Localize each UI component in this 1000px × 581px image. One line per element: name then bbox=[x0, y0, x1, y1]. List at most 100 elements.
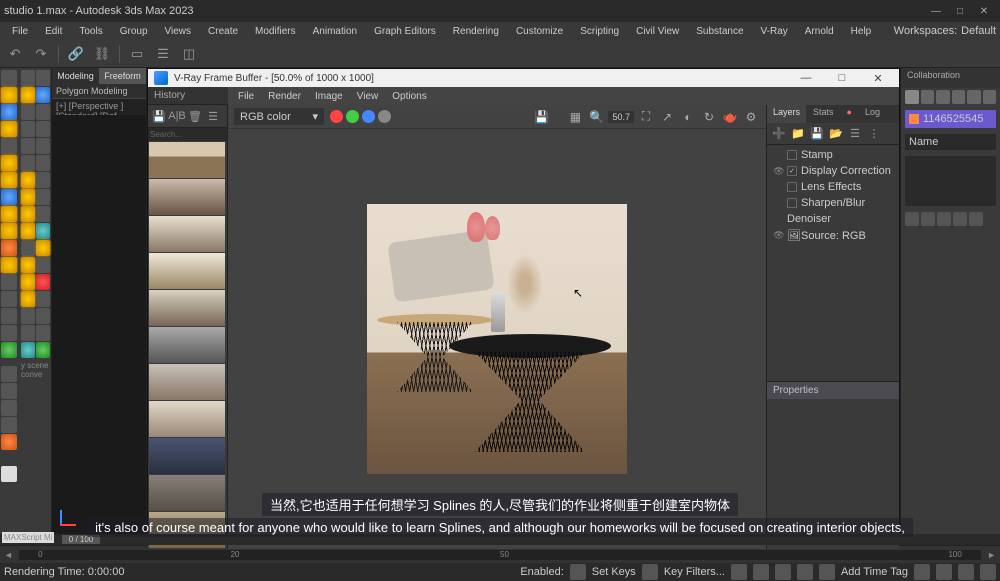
link-button[interactable]: 🔗 bbox=[65, 43, 87, 65]
redo-button[interactable]: ↷ bbox=[30, 43, 52, 65]
tab-log[interactable]: Log bbox=[859, 105, 886, 123]
play-anim-icon[interactable] bbox=[775, 564, 791, 580]
channel-dropdown[interactable]: RGB color▾ bbox=[234, 108, 324, 125]
addtimetag-button[interactable]: Add Time Tag bbox=[841, 566, 908, 578]
nav-orbit-icon[interactable] bbox=[936, 564, 952, 580]
p16-icon[interactable] bbox=[21, 308, 35, 324]
history-del-icon[interactable]: 🗑 bbox=[187, 108, 203, 124]
layer-save-icon[interactable]: 💾 bbox=[809, 126, 825, 142]
vfb-menu-image[interactable]: Image bbox=[309, 90, 349, 103]
link-pdplayer-icon[interactable]: ↗ bbox=[658, 108, 676, 126]
layer-sharpen[interactable]: Sharpen/Blur bbox=[801, 197, 865, 209]
clipper-icon[interactable] bbox=[1, 342, 17, 358]
p11b-icon[interactable] bbox=[36, 223, 50, 239]
properties-header[interactable]: Properties bbox=[767, 381, 899, 399]
p17b-icon[interactable] bbox=[36, 325, 50, 341]
keyfilters-button[interactable]: Key Filters... bbox=[664, 566, 725, 578]
history-thumb[interactable] bbox=[149, 216, 225, 252]
p6-icon[interactable] bbox=[21, 138, 35, 154]
menu-animation[interactable]: Animation bbox=[305, 24, 365, 39]
color-swatch[interactable] bbox=[909, 114, 919, 124]
history-thumb[interactable] bbox=[149, 327, 225, 363]
p13-icon[interactable] bbox=[21, 257, 35, 273]
spot-icon[interactable] bbox=[1, 172, 17, 188]
show-end-icon[interactable] bbox=[921, 212, 935, 226]
point-icon[interactable] bbox=[1, 155, 17, 171]
p15b-icon[interactable] bbox=[36, 291, 50, 307]
tab-modeling[interactable]: Modeling bbox=[52, 68, 99, 84]
history-thumb[interactable] bbox=[149, 290, 225, 326]
pin-icon[interactable] bbox=[905, 212, 919, 226]
fur-icon[interactable] bbox=[1, 325, 17, 341]
p14-icon[interactable] bbox=[21, 274, 35, 290]
omnilight-icon[interactable] bbox=[1, 87, 17, 103]
select-button[interactable]: ▭ bbox=[126, 43, 148, 65]
object-id-field[interactable]: 1146525545 bbox=[905, 110, 996, 128]
alpha-channel-icon[interactable] bbox=[378, 110, 391, 123]
history-ab-icon[interactable]: A|B bbox=[169, 108, 185, 124]
history-header[interactable]: History bbox=[148, 87, 228, 105]
p6b-icon[interactable] bbox=[36, 138, 50, 154]
history-menu-icon[interactable]: ☰ bbox=[205, 108, 221, 124]
fit-icon[interactable]: ⛶ bbox=[637, 108, 655, 126]
timeline-slider[interactable]: 0 / 100 bbox=[62, 535, 100, 544]
close-button[interactable]: ✕ bbox=[972, 2, 996, 20]
maxscript-label[interactable]: MAXScript Mi bbox=[2, 532, 54, 543]
p5-icon[interactable] bbox=[21, 121, 35, 137]
nav-pan-icon[interactable] bbox=[914, 564, 930, 580]
p10-icon[interactable] bbox=[21, 206, 35, 222]
geo-icon[interactable] bbox=[1, 138, 17, 154]
selectregion-button[interactable]: ◫ bbox=[178, 43, 200, 65]
undo-button[interactable]: ↶ bbox=[4, 43, 26, 65]
polygon-modeling-label[interactable]: Polygon Modeling bbox=[52, 84, 146, 99]
modifier-list-dropdown[interactable]: Name bbox=[905, 134, 996, 150]
configure-icon[interactable] bbox=[969, 212, 983, 226]
zoom-icon[interactable]: 🔍 bbox=[587, 108, 605, 126]
p13b-icon[interactable] bbox=[36, 257, 50, 273]
p5b-icon[interactable] bbox=[36, 121, 50, 137]
p16b-icon[interactable] bbox=[36, 308, 50, 324]
misc5-icon[interactable] bbox=[1, 434, 17, 450]
layer-folder-icon[interactable]: 📁 bbox=[790, 126, 806, 142]
next-frame-icon[interactable] bbox=[797, 564, 813, 580]
p8-icon[interactable] bbox=[21, 172, 35, 188]
play-icon[interactable] bbox=[642, 564, 658, 580]
p9b-icon[interactable] bbox=[36, 189, 50, 205]
targetlight-icon[interactable] bbox=[1, 104, 17, 120]
history-save-icon[interactable]: 💾 bbox=[151, 108, 167, 124]
tab-freeform[interactable]: Freeform bbox=[99, 68, 146, 84]
p10b-icon[interactable] bbox=[36, 206, 50, 222]
selectname-button[interactable]: ☰ bbox=[152, 43, 174, 65]
misc2-icon[interactable] bbox=[1, 383, 17, 399]
p12-icon[interactable] bbox=[21, 240, 35, 256]
vfb-menu-options[interactable]: Options bbox=[386, 90, 432, 103]
refresh-icon[interactable]: ↻ bbox=[700, 108, 718, 126]
menu-modifiers[interactable]: Modifiers bbox=[247, 24, 304, 39]
goto-end-icon[interactable] bbox=[819, 564, 835, 580]
workspace-value[interactable]: Default bbox=[961, 25, 996, 37]
menu-rendering[interactable]: Rendering bbox=[445, 24, 507, 39]
p4-icon[interactable] bbox=[21, 104, 35, 120]
p4b-icon[interactable] bbox=[36, 104, 50, 120]
modify-tab-icon[interactable] bbox=[921, 90, 935, 104]
cc-icon[interactable]: ◐ bbox=[679, 108, 697, 126]
layer-more-icon[interactable]: ⋮ bbox=[866, 126, 882, 142]
p7-icon[interactable] bbox=[21, 155, 35, 171]
utilities-tab-icon[interactable] bbox=[983, 90, 997, 104]
layer-add-icon[interactable]: ➕ bbox=[771, 126, 787, 142]
p14b-icon[interactable] bbox=[36, 274, 50, 290]
settings-icon[interactable]: ⚙ bbox=[742, 108, 760, 126]
display-tab-icon[interactable] bbox=[967, 90, 981, 104]
minimize-button[interactable]: — bbox=[924, 2, 948, 20]
menu-create[interactable]: Create bbox=[200, 24, 246, 39]
history-search[interactable]: Search... bbox=[148, 128, 227, 141]
p9-icon[interactable] bbox=[21, 189, 35, 205]
zoom-value[interactable]: 50.7 bbox=[608, 111, 634, 123]
misc1-icon[interactable] bbox=[1, 366, 17, 382]
p11-icon[interactable] bbox=[21, 223, 35, 239]
region-icon[interactable]: ▦ bbox=[566, 108, 584, 126]
history-thumb[interactable] bbox=[149, 253, 225, 289]
history-thumb[interactable] bbox=[149, 401, 225, 437]
prev-frame-icon[interactable] bbox=[753, 564, 769, 580]
p15-icon[interactable] bbox=[21, 291, 35, 307]
